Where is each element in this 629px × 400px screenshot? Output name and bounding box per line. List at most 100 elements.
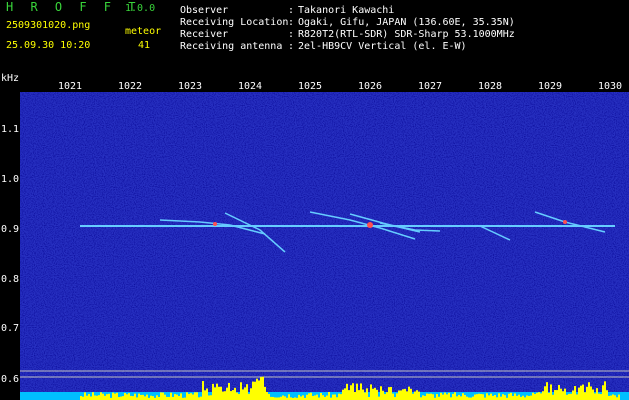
level-bar [542, 391, 544, 400]
level-bar [354, 392, 356, 400]
level-bar [478, 393, 480, 400]
info-key-location: Receiving Location [180, 17, 289, 28]
level-bar [94, 395, 96, 400]
info-key-antenna: Receiving antenna [180, 41, 283, 52]
level-bar [558, 384, 560, 400]
level-bar [416, 390, 418, 400]
level-bar [538, 392, 540, 400]
level-bar [114, 393, 116, 400]
level-bar [210, 395, 212, 400]
info-colon: : [288, 41, 295, 52]
level-bar [192, 394, 194, 400]
level-bar [124, 392, 126, 400]
level-bar [352, 383, 354, 400]
level-bar [426, 393, 428, 400]
level-bar [302, 395, 304, 400]
spectrogram-canvas [20, 92, 629, 400]
level-bar [550, 384, 552, 400]
level-bar [216, 383, 218, 400]
level-bar [388, 387, 390, 400]
level-bar [570, 393, 572, 400]
level-bar [518, 394, 520, 400]
level-bar [130, 395, 132, 400]
level-bar [322, 395, 324, 400]
time-tick-label: 1028 [478, 81, 503, 92]
level-bar [144, 396, 146, 400]
level-bar [562, 391, 564, 400]
level-bar [606, 390, 608, 400]
level-bar [546, 382, 548, 400]
level-bar [464, 394, 466, 400]
level-bar [372, 388, 374, 400]
level-bar [262, 376, 264, 400]
level-bar [402, 389, 404, 400]
level-bar [526, 395, 528, 400]
observation-datetime: 25.09.30 10:20 [6, 40, 91, 51]
level-bar [440, 392, 442, 400]
level-bar [256, 378, 258, 400]
level-bar [228, 382, 230, 400]
level-bar [600, 394, 602, 400]
time-tick-label: 1024 [238, 81, 263, 92]
level-bar [252, 381, 254, 400]
level-bar [576, 394, 578, 400]
level-bar [204, 390, 206, 400]
level-bar [102, 393, 104, 400]
level-bar [236, 392, 238, 400]
level-bar [408, 386, 410, 400]
info-key-receiver: Receiver [180, 29, 229, 40]
level-bar [328, 392, 330, 400]
level-bar [232, 390, 234, 400]
level-bar [240, 382, 242, 400]
level-bar [266, 392, 268, 400]
level-bar [146, 394, 148, 400]
level-bar [568, 393, 570, 400]
level-bar [596, 388, 598, 400]
level-bar [480, 393, 482, 400]
level-bar [534, 393, 536, 400]
level-bar [604, 381, 606, 400]
level-bar [360, 383, 362, 400]
time-tick-label: 1025 [298, 81, 323, 92]
file-name: 2509301020.png [6, 20, 91, 31]
level-bar [566, 394, 568, 400]
level-bar [486, 393, 488, 400]
level-bar [456, 396, 458, 400]
frequency-tick-label: 0.8 [1, 274, 20, 285]
level-bar [514, 393, 516, 400]
level-bar [342, 389, 344, 400]
level-bar [84, 392, 86, 400]
level-bar [188, 393, 190, 400]
level-bar [442, 394, 444, 400]
time-tick-label: 1029 [538, 81, 563, 92]
level-bar [528, 395, 530, 400]
level-bar [390, 386, 392, 400]
level-bar [432, 394, 434, 400]
info-key-observer: Observer [180, 5, 229, 16]
frequency-tick-label: 1.1 [1, 124, 20, 135]
level-bar [398, 390, 400, 400]
level-bar [512, 395, 514, 400]
app-version: 1.0.0 [125, 3, 156, 14]
level-bar [392, 393, 394, 400]
level-bar [430, 393, 432, 400]
level-bar [260, 377, 262, 400]
level-bar [156, 395, 158, 400]
level-bar [424, 395, 426, 400]
app-title: H R O F F T [6, 0, 141, 14]
level-bar [248, 393, 250, 400]
level-bar [492, 395, 494, 400]
meteor-head [367, 222, 373, 228]
level-bar [226, 387, 228, 400]
level-bar [350, 385, 352, 400]
level-bar [218, 386, 220, 400]
level-bar [414, 391, 416, 400]
frequency-tick-label: 0.9 [1, 224, 20, 235]
level-bar [532, 392, 534, 400]
level-bar [338, 393, 340, 400]
level-bar [250, 388, 252, 400]
level-bar [88, 394, 90, 400]
level-bar [300, 396, 302, 400]
level-bar [234, 387, 236, 400]
level-bar [454, 392, 456, 400]
